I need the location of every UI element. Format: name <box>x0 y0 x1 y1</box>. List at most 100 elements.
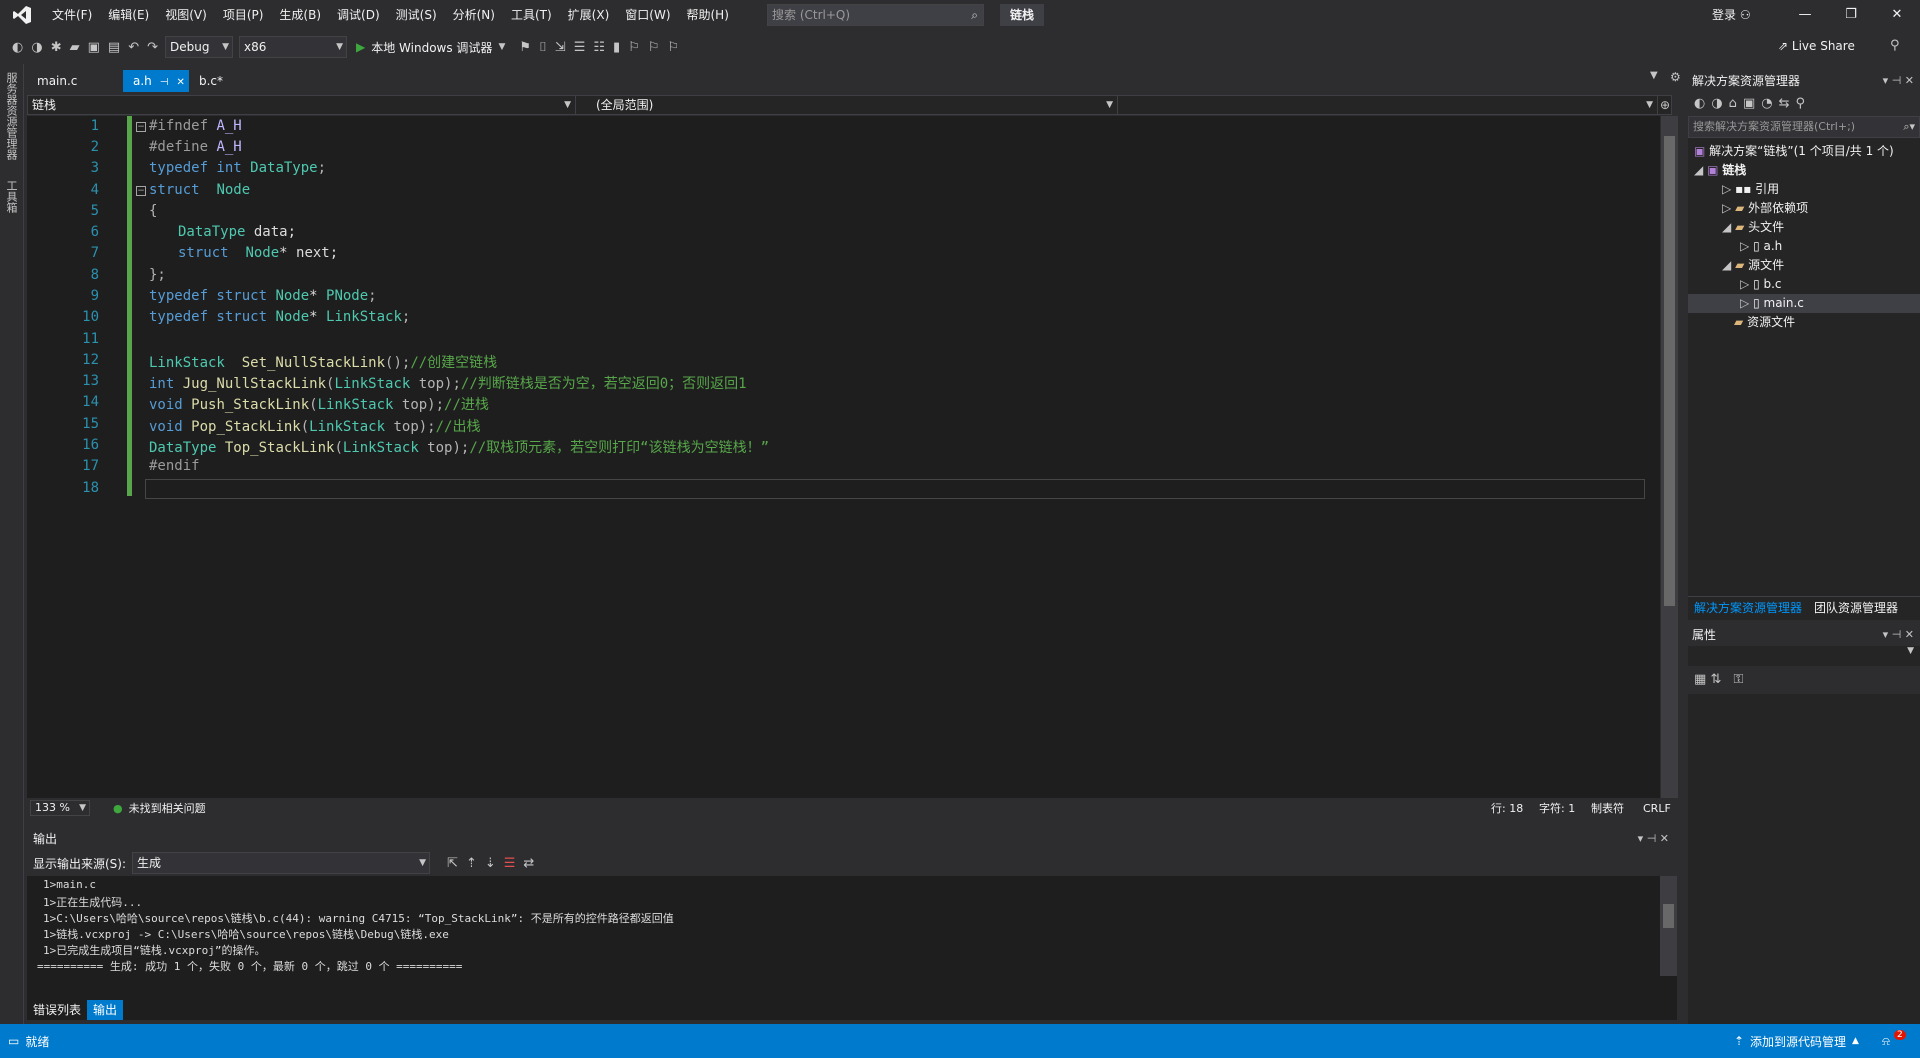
attach-icon[interactable]: ⚑ <box>519 40 531 55</box>
code-line: DataType Top_StackLink(LinkStack top);//… <box>149 440 770 456</box>
fold-toggle-icon[interactable]: − <box>136 122 146 132</box>
screenshot-icon[interactable]: ⌷ <box>539 40 547 55</box>
tabs-indicator[interactable]: 制表符 <box>1591 800 1624 816</box>
external-deps-node[interactable]: ▷ ▰ 外部依赖项 <box>1722 199 1808 218</box>
menu-project[interactable]: 项目(P) <box>215 0 272 30</box>
feedback-icon[interactable]: ⚲ <box>1890 38 1900 53</box>
menu-view[interactable]: 视图(V) <box>157 0 215 30</box>
resource-files-node[interactable]: ▰ 资源文件 <box>1734 313 1795 332</box>
property-pages-icon[interactable]: ⚿ <box>1733 672 1743 687</box>
settings-gear-icon[interactable]: ⚙ <box>1670 70 1681 84</box>
new-project-icon[interactable]: ✱ <box>51 40 62 55</box>
file-b-c[interactable]: ▷ ▯ b.c <box>1740 275 1782 294</box>
file-a-h[interactable]: ▷ ▯ a.h <box>1740 237 1782 256</box>
project-dropdown[interactable]: 链栈 ▼ <box>28 96 576 114</box>
minimize-button[interactable]: — <box>1782 0 1828 30</box>
navigate-back-icon[interactable]: ◐ <box>12 40 23 55</box>
redo-icon[interactable]: ↷ <box>147 40 158 55</box>
menu-test[interactable]: 测试(S) <box>388 0 445 30</box>
server-explorer-tab[interactable]: 服务器资源管理器 <box>3 72 19 160</box>
close-button[interactable]: ✕ <box>1874 0 1920 30</box>
output-scrollbar[interactable] <box>1660 876 1677 976</box>
tab-overflow-icon[interactable]: ▼ <box>1650 70 1658 81</box>
maximize-button[interactable]: ❐ <box>1828 0 1874 30</box>
menu-file[interactable]: 文件(F) <box>44 0 100 30</box>
check-circle-icon: ● <box>113 801 123 815</box>
next-message-icon[interactable]: ⇣ <box>485 856 496 871</box>
references-node[interactable]: ▷ ▪▪ 引用 <box>1722 180 1779 199</box>
platform-select[interactable]: x86 ▼ <box>239 36 347 58</box>
output-source-select[interactable]: 生成 ▼ <box>132 852 431 874</box>
prev-message-icon[interactable]: ⇡ <box>466 856 477 871</box>
config-select[interactable]: Debug ▼ <box>165 36 233 58</box>
tab-solution-explorer[interactable]: 解决方案资源管理器 <box>1688 597 1808 620</box>
eol-indicator[interactable]: CRLF <box>1643 802 1671 815</box>
code-editor[interactable]: 1 2 3 4 5 6 7 8 9 10 11 12 13 14 15 16 1… <box>27 116 1660 798</box>
properties-object-select[interactable]: ▼ <box>1688 646 1920 666</box>
clear-all-icon[interactable]: ☰ <box>504 856 516 871</box>
fold-toggle-icon[interactable]: − <box>136 186 146 196</box>
editor-vertical-scrollbar[interactable] <box>1661 116 1678 798</box>
solution-search-input[interactable]: 搜索解决方案资源管理器(Ctrl+;) ⌕▾ <box>1688 116 1920 138</box>
categorized-icon[interactable]: ▦ <box>1694 672 1706 687</box>
save-all-icon[interactable]: ▤ <box>108 40 120 55</box>
solution-node[interactable]: ▣ 解决方案“链栈”(1 个项目/共 1 个) <box>1694 142 1894 161</box>
uncomment-icon[interactable]: ☷ <box>593 40 605 55</box>
bookmark-prev-icon[interactable]: ⚐ <box>628 40 640 55</box>
dropdown-arrow-icon[interactable]: ▲ <box>1852 1036 1859 1046</box>
tab-output[interactable]: 输出 <box>87 1000 124 1020</box>
pane-controls-icon[interactable]: ▾ ⊣ ✕ <box>1883 624 1914 646</box>
tab-b-c[interactable]: b.c* <box>189 70 249 92</box>
navigate-forward-icon[interactable]: ◑ <box>31 40 42 55</box>
alphabetical-icon[interactable]: ⇅ <box>1710 672 1721 687</box>
project-node[interactable]: ◢ ▣ 链栈 <box>1694 161 1746 180</box>
comment-icon[interactable]: ☰ <box>574 40 586 55</box>
bookmark-icon[interactable]: ▮ <box>613 40 620 55</box>
output-text[interactable]: 1>main.c 1>正在生成代码... 1>C:\Users\哈哈\sourc… <box>27 876 1677 996</box>
open-file-icon[interactable]: ▰ <box>70 40 80 55</box>
bookmark-clear-icon[interactable]: ⚐ <box>668 40 680 55</box>
scrollbar-thumb[interactable] <box>1663 904 1674 928</box>
change-indicator-bar <box>127 116 132 496</box>
menu-build[interactable]: 生成(B) <box>271 0 329 30</box>
file-main-c[interactable]: ▷ ▯ main.c <box>1688 294 1920 313</box>
notification-bell-icon[interactable]: ⍾ <box>1882 1034 1890 1049</box>
menu-debug[interactable]: 调试(D) <box>329 0 388 30</box>
menu-edit[interactable]: 编辑(E) <box>100 0 157 30</box>
tab-error-list[interactable]: 错误列表 <box>27 1000 87 1020</box>
source-files-node[interactable]: ◢ ▰ 源文件 <box>1722 256 1784 275</box>
bookmark-next-icon[interactable]: ⚐ <box>648 40 660 55</box>
pane-controls-icon[interactable]: ▾ ⊣ ✕ <box>1638 828 1669 850</box>
member-dropdown[interactable]: ▼ <box>1118 96 1658 114</box>
pin-icon[interactable]: ⊣ <box>160 77 169 88</box>
step-icon[interactable]: ⇲ <box>555 40 566 55</box>
save-icon[interactable]: ▣ <box>88 40 100 55</box>
run-debugger-button[interactable]: ▶ 本地 Windows 调试器 ▼ <box>356 39 505 56</box>
scope-dropdown[interactable]: (全局范围) ▼ <box>576 96 1118 114</box>
menu-extensions[interactable]: 扩展(X) <box>560 0 618 30</box>
pane-controls-icon[interactable]: ▾ ⊣ ✕ <box>1883 70 1914 92</box>
issues-status[interactable]: 未找到相关问题 <box>129 800 206 816</box>
toolbox-tab[interactable]: 工具箱 <box>3 180 19 213</box>
login-button[interactable]: 登录 ⚇ <box>1712 0 1751 30</box>
menu-help[interactable]: 帮助(H) <box>679 0 737 30</box>
add-to-source-control[interactable]: 添加到源代码管理 <box>1750 1033 1846 1050</box>
output-line: 1>main.c <box>43 878 96 891</box>
find-message-icon[interactable]: ⇱ <box>447 856 458 871</box>
menu-tools[interactable]: 工具(T) <box>503 0 560 30</box>
header-files-node[interactable]: ◢ ▰ 头文件 <box>1722 218 1784 237</box>
live-share-button[interactable]: ⇗ Live Share <box>1778 39 1855 53</box>
menu-window[interactable]: 窗口(W) <box>617 0 678 30</box>
close-tab-icon[interactable]: ✕ <box>177 77 185 88</box>
menu-analyze[interactable]: 分析(N) <box>445 0 503 30</box>
tab-a-h[interactable]: a.h ⊣ ✕ <box>123 70 189 92</box>
search-input[interactable]: 搜索 (Ctrl+Q) ⌕ <box>767 4 984 26</box>
undo-icon[interactable]: ↶ <box>128 40 139 55</box>
split-icon[interactable]: ⊕ <box>1660 96 1670 114</box>
tab-team-explorer[interactable]: 团队资源管理器 <box>1808 597 1904 620</box>
scrollbar-thumb[interactable] <box>1664 136 1675 606</box>
tab-main-c[interactable]: main.c <box>27 70 123 92</box>
zoom-select[interactable]: 133 % ▼ <box>30 800 90 816</box>
output-line: 1>正在生成代码... <box>43 896 143 909</box>
word-wrap-icon[interactable]: ⇄ <box>523 856 534 871</box>
